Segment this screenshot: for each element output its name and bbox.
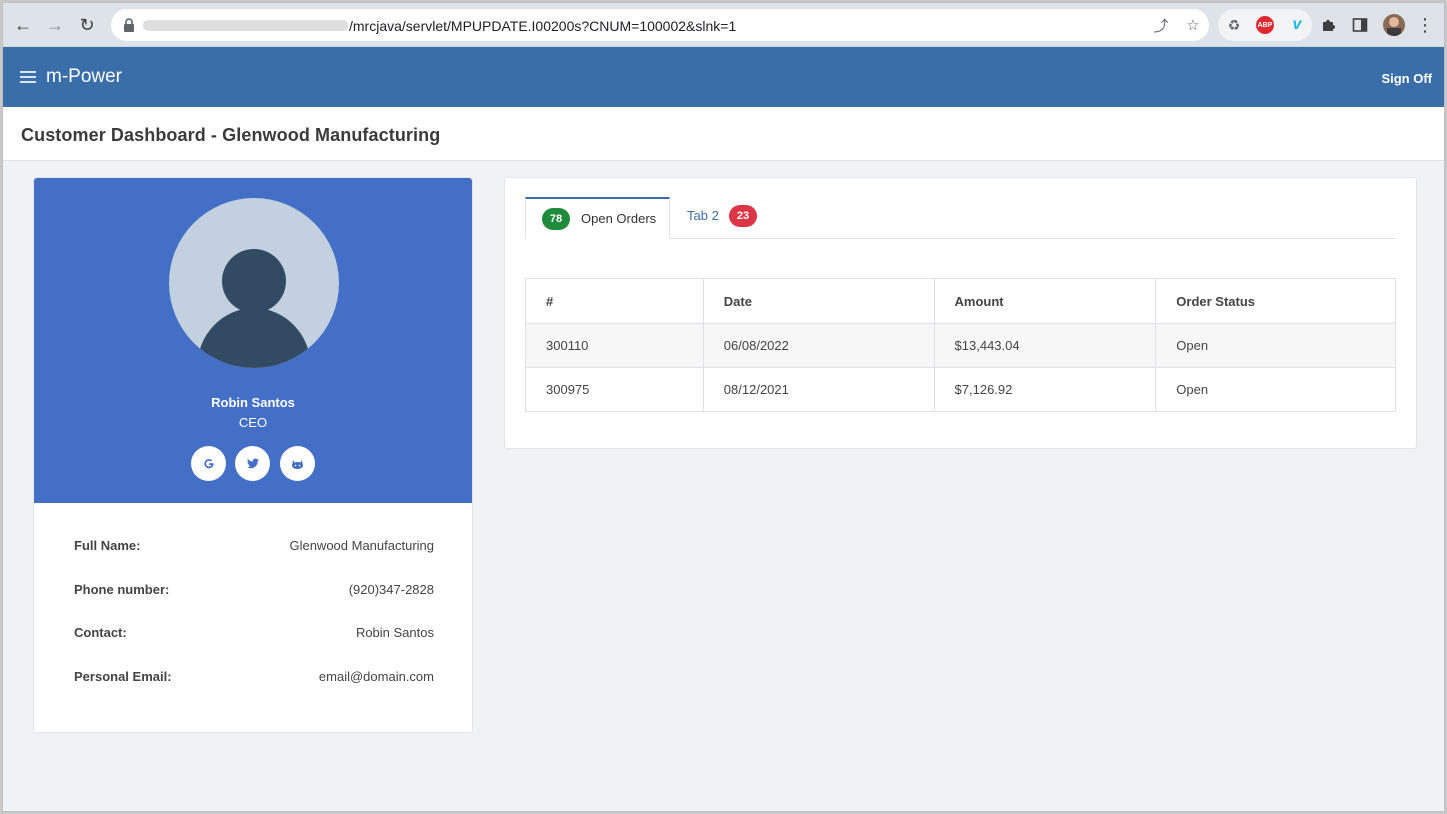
back-icon[interactable]: ←	[9, 11, 37, 39]
puzzle-icon	[1323, 20, 1335, 31]
reload-icon[interactable]: ↻	[73, 11, 101, 39]
recycle-extension-icon[interactable]: ♻	[1225, 16, 1243, 34]
extensions-area: ♻ ABP v	[1218, 9, 1312, 41]
tab-bar: 78 Open Orders Tab 2 23	[525, 197, 1395, 239]
adblock-extension-icon[interactable]: ABP	[1256, 16, 1274, 34]
info-label: Phone number:	[74, 582, 170, 597]
star-icon[interactable]: ☆	[1183, 15, 1203, 35]
column-header-amount[interactable]: Amount	[933, 278, 1157, 324]
info-row-contact: Contact: Robin Santos	[74, 625, 434, 643]
info-label: Contact:	[74, 625, 127, 640]
forward-icon[interactable]: →	[41, 11, 69, 39]
order-number-cell: 300975	[525, 367, 704, 412]
hamburger-menu-icon[interactable]	[20, 71, 36, 83]
kebab-menu-icon[interactable]: ⋮	[1415, 15, 1435, 35]
table-row[interactable]: 300975 08/12/2021 $7,126.92 Open	[525, 367, 1396, 412]
order-status-cell: Open	[1155, 367, 1396, 412]
info-value: Robin Santos	[355, 625, 434, 640]
app-header: m-Power Sign Off	[3, 47, 1444, 107]
side-panel-icon[interactable]	[1350, 15, 1370, 35]
page-title-bar: Customer Dashboard - Glenwood Manufactur…	[3, 107, 1444, 161]
sign-off-link[interactable]: Sign Off	[1381, 71, 1432, 86]
column-header-number[interactable]: #	[525, 278, 704, 324]
order-date-cell: 06/08/2022	[702, 323, 935, 368]
profile-name: Robin Santos	[211, 395, 295, 410]
url-text[interactable]: /mrcjava/servlet/MPUPDATE.I00200s?CNUM=1…	[349, 18, 736, 34]
order-amount-cell: $13,443.04	[933, 323, 1157, 368]
google-glyph	[203, 458, 214, 468]
info-value: (920)347-2828	[348, 582, 434, 597]
browser-window: ← → ↻ /mrcjava/servlet/MPUPDATE.I00200s?…	[2, 2, 1445, 812]
twitter-icon[interactable]	[235, 446, 270, 481]
tab-label: Tab 2	[687, 208, 719, 223]
open-orders-count-badge: 78	[542, 208, 570, 230]
lock-icon	[124, 18, 134, 32]
panel-icon	[1352, 18, 1368, 32]
user-avatar-icon	[169, 198, 339, 368]
orders-panel: 78 Open Orders Tab 2 23 # Date Amount Or…	[504, 177, 1417, 449]
share-icon[interactable]: ⤴	[1151, 15, 1171, 35]
order-status-cell: Open	[1155, 323, 1396, 368]
twitter-glyph	[246, 458, 259, 469]
tab-2[interactable]: Tab 2 23	[670, 197, 780, 239]
page-title: Customer Dashboard - Glenwood Manufactur…	[21, 125, 441, 145]
blurred-domain	[143, 20, 348, 31]
tab-label: Open Orders	[581, 211, 657, 226]
profile-header: Robin Santos CEO	[34, 178, 472, 503]
order-date-cell: 08/12/2021	[702, 367, 935, 412]
info-label: Personal Email:	[74, 669, 172, 684]
profile-card: Robin Santos CEO Full Name: Glenwood Man…	[33, 177, 473, 733]
github-icon[interactable]	[280, 446, 315, 481]
column-header-date[interactable]: Date	[702, 278, 935, 324]
adblock-label: ABP	[1257, 21, 1273, 29]
column-header-order-status[interactable]: Order Status	[1155, 278, 1396, 324]
person-photo-icon	[1387, 17, 1401, 36]
profile-role: CEO	[238, 415, 268, 430]
vimeo-extension-icon[interactable]: v	[1288, 16, 1306, 34]
browser-toolbar: ← → ↻ /mrcjava/servlet/MPUPDATE.I00200s?…	[3, 3, 1444, 47]
info-value: email@domain.com	[318, 669, 434, 684]
profile-avatar-icon[interactable]	[1383, 14, 1405, 36]
tab-open-orders[interactable]: 78 Open Orders	[525, 197, 670, 239]
info-row-full-name: Full Name: Glenwood Manufacturing	[74, 538, 434, 556]
table-header-row: # Date Amount Order Status	[525, 278, 1396, 324]
github-glyph	[292, 459, 303, 469]
info-row-email: Personal Email: email@domain.com	[74, 669, 434, 687]
google-icon[interactable]	[191, 446, 226, 481]
info-row-phone: Phone number: (920)347-2828	[74, 582, 434, 600]
table-row[interactable]: 300110 06/08/2022 $13,443.04 Open	[525, 323, 1396, 368]
address-bar[interactable]: /mrcjava/servlet/MPUPDATE.I00200s?CNUM=1…	[111, 9, 1209, 41]
order-number-cell: 300110	[525, 323, 704, 368]
brand-title[interactable]: m-Power	[46, 66, 122, 88]
info-value: Glenwood Manufacturing	[289, 538, 434, 553]
orders-table: # Date Amount Order Status 300110 06/08/…	[525, 278, 1396, 412]
tab-2-count-badge: 23	[729, 205, 757, 227]
info-label: Full Name:	[74, 538, 141, 553]
order-amount-cell: $7,126.92	[933, 367, 1157, 412]
puzzle-extensions-icon[interactable]	[1319, 15, 1339, 35]
